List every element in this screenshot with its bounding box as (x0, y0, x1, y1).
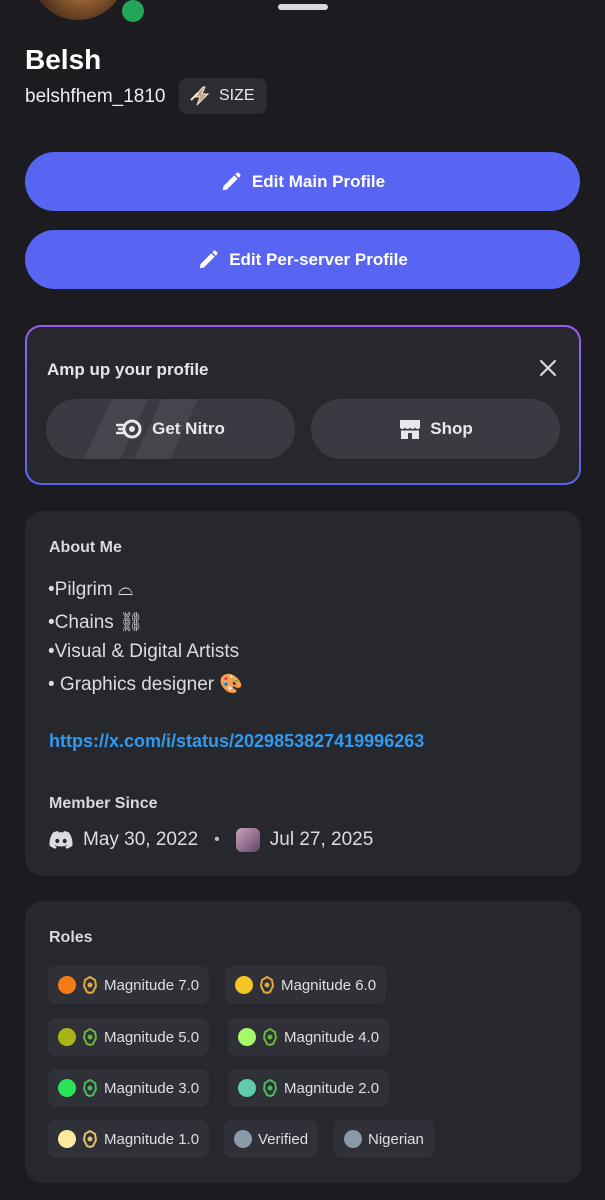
role-pill[interactable]: Magnitude 1.0 (48, 1120, 210, 1158)
role-pill[interactable]: Magnitude 4.0 (228, 1018, 390, 1056)
edit-per-server-profile-button[interactable]: Edit Per-server Profile (25, 230, 580, 289)
amp-up-title: Amp up your profile (47, 360, 209, 379)
username[interactable]: belshfhem_1810 (25, 86, 166, 108)
get-nitro-button[interactable]: Get Nitro (46, 399, 295, 459)
member-since-row: May 30, 2022 • Jul 27, 2025 (49, 828, 373, 852)
role-pill[interactable]: Verified (224, 1120, 319, 1158)
avatar-container[interactable] (30, 0, 150, 28)
role-pill[interactable]: Nigerian (334, 1120, 434, 1158)
about-me-title: About Me (49, 539, 122, 556)
role-label: Magnitude 2.0 (284, 1079, 380, 1097)
role-color-dot (58, 976, 76, 994)
display-name: Belsh (25, 44, 102, 75)
role-color-dot (235, 976, 253, 994)
avatar[interactable] (30, 0, 126, 20)
pencil-icon (199, 250, 218, 268)
server-tag-badge[interactable]: SIZE (179, 78, 267, 114)
lion-emblem-icon (262, 1028, 278, 1046)
shop-icon (400, 420, 421, 439)
date-separator: • (214, 831, 220, 848)
bio-line: •Visual & Digital Artists (48, 641, 240, 662)
role-label: Nigerian (368, 1130, 424, 1148)
role-pill[interactable]: Magnitude 7.0 (48, 966, 210, 1004)
bio-line: •Pilgrim ⌓ (48, 579, 134, 600)
edit-per-server-profile-label: Edit Per-server Profile (229, 249, 408, 269)
server-icon (235, 828, 260, 852)
amp-up-profile-card: Amp up your profile Get Nitro Shop (25, 325, 581, 485)
amp-up-profile-inner: Amp up your profile Get Nitro Shop (27, 327, 579, 483)
profile-sheet: Belsh belshfhem_1810 SIZE Edit Main Prof… (0, 0, 605, 1200)
lion-emblem-icon (262, 1079, 278, 1097)
role-color-dot (238, 1028, 256, 1046)
role-label: Magnitude 4.0 (284, 1028, 380, 1046)
role-color-dot (58, 1028, 76, 1046)
role-label: Magnitude 5.0 (104, 1028, 200, 1046)
role-color-dot (344, 1130, 362, 1148)
lion-emblem-icon (82, 976, 98, 994)
server-member-date: Jul 27, 2025 (269, 829, 374, 850)
about-me-card: About Me •Pilgrim ⌓ •Chains ⛓ •Visual & … (25, 511, 581, 876)
role-label: Magnitude 1.0 (104, 1130, 200, 1148)
role-color-dot (58, 1130, 76, 1148)
role-label: Magnitude 6.0 (281, 976, 377, 994)
close-icon[interactable] (536, 356, 560, 380)
role-pill[interactable]: Magnitude 3.0 (48, 1069, 210, 1107)
lightning-icon (190, 86, 210, 106)
bio-line: • Graphics designer 🎨 (48, 674, 244, 695)
roles-title: Roles (49, 929, 93, 946)
discord-member-date: May 30, 2022 (83, 829, 199, 850)
role-label: Magnitude 3.0 (104, 1079, 200, 1097)
edit-main-profile-label: Edit Main Profile (251, 171, 386, 191)
online-status-indicator (122, 0, 144, 22)
role-pill[interactable]: Magnitude 6.0 (225, 966, 387, 1004)
role-color-dot (238, 1079, 256, 1097)
shop-label: Shop (430, 419, 473, 438)
role-pill[interactable]: Magnitude 5.0 (48, 1018, 210, 1056)
lion-emblem-icon (82, 1130, 98, 1148)
lion-emblem-icon (259, 976, 275, 994)
get-nitro-label: Get Nitro (152, 419, 225, 438)
shop-button[interactable]: Shop (311, 399, 560, 459)
nitro-icon (116, 419, 142, 439)
roles-card: Roles Magnitude 7.0 Magnitude 6.0 Magnit… (25, 901, 581, 1183)
bio-link[interactable]: https://x.com/i/status/20298538274199962… (49, 731, 424, 752)
role-color-dot (234, 1130, 252, 1148)
lion-emblem-icon (82, 1079, 98, 1097)
lion-emblem-icon (82, 1028, 98, 1046)
role-color-dot (58, 1079, 76, 1097)
discord-logo-icon (49, 831, 73, 849)
pencil-icon (222, 172, 241, 190)
edit-main-profile-button[interactable]: Edit Main Profile (25, 152, 580, 211)
member-since-title: Member Since (49, 795, 158, 812)
server-tag-label: SIZE (219, 87, 255, 104)
role-label: Magnitude 7.0 (104, 976, 200, 994)
role-label: Verified (258, 1130, 309, 1148)
sheet-drag-handle[interactable] (278, 4, 328, 10)
bio-line: •Chains ⛓ (48, 612, 144, 633)
role-pill[interactable]: Magnitude 2.0 (228, 1069, 390, 1107)
